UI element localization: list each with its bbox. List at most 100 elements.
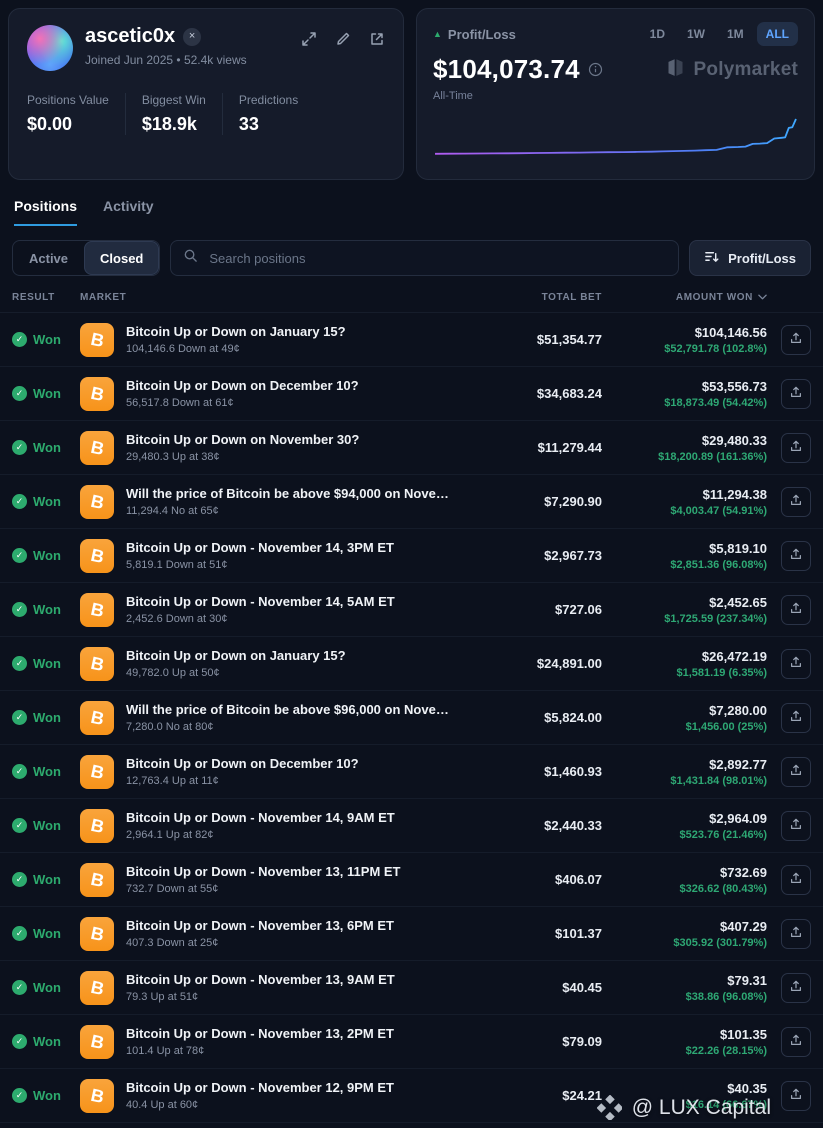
x-social-badge[interactable]: × xyxy=(183,27,202,46)
share-position-button[interactable] xyxy=(781,972,811,1003)
market-cell[interactable]: B Bitcoin Up or Down on January 15? 104,… xyxy=(80,322,457,357)
header-amount-won[interactable]: AMOUNT WON xyxy=(676,292,767,303)
share-position-button[interactable] xyxy=(781,486,811,517)
bitcoin-icon: B xyxy=(80,1078,114,1113)
edit-icon[interactable] xyxy=(335,31,351,47)
market-cell[interactable]: B Will the price of Bitcoin be above $94… xyxy=(80,484,457,519)
table-row[interactable]: ✓ Won B Bitcoin Up or Down on November 3… xyxy=(0,421,823,475)
bitcoin-icon: B xyxy=(80,916,114,951)
result-label: Won xyxy=(33,548,61,563)
market-subtitle: 407.3 Down at 25¢ xyxy=(126,937,219,949)
share-position-button[interactable] xyxy=(781,810,811,841)
segment-closed[interactable]: Closed xyxy=(84,241,160,275)
table-row[interactable]: ✓ Won B Bitcoin Up or Down on January 15… xyxy=(0,637,823,691)
share-position-button[interactable] xyxy=(781,702,811,733)
market-title[interactable]: Bitcoin Up or Down - November 13, 11PM E… xyxy=(126,864,401,879)
table-row[interactable]: ✓ Won B Bitcoin Up or Down on December 1… xyxy=(0,745,823,799)
sort-button[interactable]: Profit/Loss xyxy=(689,240,811,276)
table-row[interactable]: ✓ Won B Bitcoin Up or Down - November 13… xyxy=(0,853,823,907)
table-row[interactable]: ✓ Won B Will the price of Bitcoin be abo… xyxy=(0,475,823,529)
range-1w-button[interactable]: 1W xyxy=(678,22,714,46)
market-cell[interactable]: B Will the price of Bitcoin be above $96… xyxy=(80,700,457,735)
market-cell[interactable]: B Bitcoin Up or Down - November 13, 9AM … xyxy=(80,970,457,1005)
market-cell[interactable]: B Bitcoin Up or Down - November 13, 2PM … xyxy=(80,1024,457,1059)
market-cell[interactable]: B Bitcoin Up or Down on November 30? 29,… xyxy=(80,430,457,465)
segment-active[interactable]: Active xyxy=(13,241,84,275)
table-row[interactable]: ✓ Won B Bitcoin Up or Down - November 13… xyxy=(0,1015,823,1069)
filter-bar: Active Closed Profit/Loss xyxy=(0,240,823,276)
market-title[interactable]: Bitcoin Up or Down - November 12, 9PM ET xyxy=(126,1080,394,1095)
share-position-button[interactable] xyxy=(781,864,811,895)
market-title[interactable]: Bitcoin Up or Down - November 14, 9AM ET xyxy=(126,810,395,825)
share-position-button[interactable] xyxy=(781,378,811,409)
market-title[interactable]: Bitcoin Up or Down - November 13, 9AM ET xyxy=(126,972,395,987)
won-check-icon: ✓ xyxy=(12,440,27,455)
market-subtitle: 79.3 Up at 51¢ xyxy=(126,991,199,1003)
market-cell[interactable]: B Bitcoin Up or Down - November 14, 5AM … xyxy=(80,592,457,627)
share-position-button[interactable] xyxy=(781,1080,811,1111)
info-icon[interactable] xyxy=(588,62,603,77)
search-input[interactable] xyxy=(207,249,667,267)
market-title[interactable]: Bitcoin Up or Down on December 10? xyxy=(126,756,359,771)
market-title[interactable]: Bitcoin Up or Down on November 30? xyxy=(126,432,359,447)
share-position-button[interactable] xyxy=(781,1026,811,1057)
won-check-icon: ✓ xyxy=(12,764,27,779)
range-all-button[interactable]: ALL xyxy=(756,22,798,46)
won-check-icon: ✓ xyxy=(12,980,27,995)
table-row[interactable]: ✓ Won B Bitcoin Up or Down - November 13… xyxy=(0,961,823,1015)
table-row[interactable]: ✓ Won B Bitcoin Up or Down - November 14… xyxy=(0,799,823,853)
market-cell[interactable]: B Bitcoin Up or Down - November 14, 3PM … xyxy=(80,538,457,573)
share-position-button[interactable] xyxy=(781,432,811,463)
total-bet-value: $7,290.90 xyxy=(544,494,602,509)
bitcoin-icon: B xyxy=(80,1024,114,1059)
share-position-button[interactable] xyxy=(781,324,811,355)
search-icon xyxy=(183,248,198,268)
market-title[interactable]: Will the price of Bitcoin be above $94,0… xyxy=(126,486,457,501)
market-subtitle: 40.4 Up at 60¢ xyxy=(126,1099,199,1111)
market-title[interactable]: Bitcoin Up or Down on January 15? xyxy=(126,648,346,663)
share-position-button[interactable] xyxy=(781,594,811,625)
tab-positions[interactable]: Positions xyxy=(14,198,78,226)
stat-predictions: Predictions 33 xyxy=(221,93,298,135)
market-title[interactable]: Bitcoin Up or Down - November 14, 5AM ET xyxy=(126,594,395,609)
share-position-button[interactable] xyxy=(781,540,811,571)
market-cell[interactable]: B Bitcoin Up or Down on January 15? 49,7… xyxy=(80,646,457,681)
market-title[interactable]: Bitcoin Up or Down - November 13, 6PM ET xyxy=(126,918,394,933)
range-1d-button[interactable]: 1D xyxy=(641,22,674,46)
result-label: Won xyxy=(33,494,61,509)
market-title[interactable]: Bitcoin Up or Down on December 10? xyxy=(126,378,359,393)
table-row[interactable]: ✓ Won B Bitcoin Up or Down on December 1… xyxy=(0,367,823,421)
compare-arrows-icon[interactable] xyxy=(301,31,317,47)
market-cell[interactable]: B Bitcoin Up or Down - November 14, 9AM … xyxy=(80,808,457,843)
market-title[interactable]: Bitcoin Up or Down - November 13, 2PM ET xyxy=(126,1026,394,1041)
market-cell[interactable]: B Bitcoin Up or Down on December 10? 56,… xyxy=(80,376,457,411)
table-row[interactable]: ✓ Won B Will the price of Bitcoin be abo… xyxy=(0,691,823,745)
market-title[interactable]: Bitcoin Up or Down on January 15? xyxy=(126,324,346,339)
table-row[interactable]: ✓ Won B Bitcoin Up or Down - November 13… xyxy=(0,907,823,961)
stat-value: 33 xyxy=(238,114,259,134)
amount-won-value: $79.31 xyxy=(727,972,767,988)
share-profile-icon[interactable] xyxy=(369,31,385,47)
market-title[interactable]: Bitcoin Up or Down - November 14, 3PM ET xyxy=(126,540,394,555)
table-row[interactable]: ✓ Won B Bitcoin Up or Down - November 14… xyxy=(0,529,823,583)
share-position-button[interactable] xyxy=(781,918,811,949)
total-bet-value: $5,824.00 xyxy=(544,710,602,725)
range-1m-button[interactable]: 1M xyxy=(718,22,753,46)
amount-won-profit: $18,200.89 (161.36%) xyxy=(658,450,767,463)
table-row[interactable]: ✓ Won B Bitcoin Up or Down - November 14… xyxy=(0,583,823,637)
market-cell[interactable]: B Bitcoin Up or Down on December 10? 12,… xyxy=(80,754,457,789)
market-cell[interactable]: B Bitcoin Up or Down - November 13, 6PM … xyxy=(80,916,457,951)
market-title[interactable]: Will the price of Bitcoin be above $96,0… xyxy=(126,702,457,717)
won-check-icon: ✓ xyxy=(12,926,27,941)
table-row[interactable]: ✓ Won B Bitcoin Up or Down on January 15… xyxy=(0,313,823,367)
result-label: Won xyxy=(33,980,61,995)
share-position-button[interactable] xyxy=(781,756,811,787)
avatar[interactable] xyxy=(27,25,73,71)
market-cell[interactable]: B Bitcoin Up or Down - November 12, 9PM … xyxy=(80,1078,457,1113)
market-cell[interactable]: B Bitcoin Up or Down - November 13, 11PM… xyxy=(80,862,457,897)
share-position-button[interactable] xyxy=(781,648,811,679)
tab-activity[interactable]: Activity xyxy=(103,198,154,226)
amount-won-profit: $2,851.36 (96.08%) xyxy=(670,558,767,571)
amount-won-cell: $29,480.33 $18,200.89 (161.36%) xyxy=(658,433,767,463)
search-box[interactable] xyxy=(170,240,680,276)
